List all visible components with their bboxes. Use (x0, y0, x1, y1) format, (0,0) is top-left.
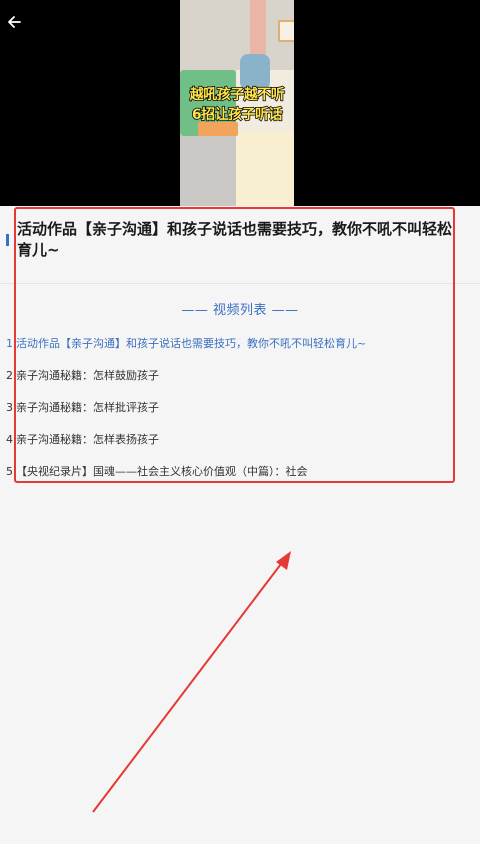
back-arrow-icon (8, 16, 21, 28)
picture-frame-icon (278, 20, 294, 42)
video-thumbnail[interactable]: 越吼孩子越不听 6招让孩子听话 (180, 0, 294, 206)
back-button[interactable] (4, 12, 24, 32)
video-player[interactable]: 越吼孩子越不听 6招让孩子听话 (0, 0, 480, 206)
title-accent-bar (6, 234, 9, 246)
annotation-highlight-box (14, 207, 455, 483)
video-caption-line1: 越吼孩子越不听 (189, 86, 286, 104)
video-caption-line2: 6招让孩子听话 (191, 106, 283, 124)
